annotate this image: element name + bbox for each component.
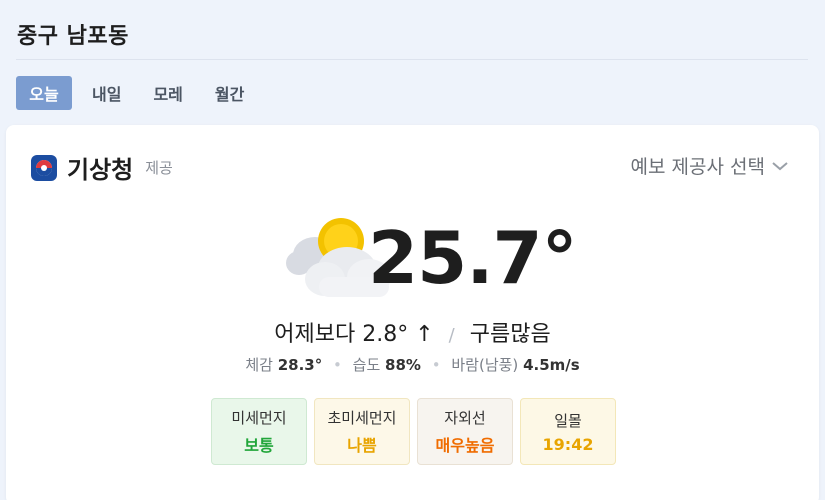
wind-value: 4.5m/s — [523, 356, 580, 374]
provider-name: 기상청 — [67, 156, 134, 184]
tab-day-after[interactable]: 모레 — [141, 76, 194, 110]
air-quality-badges: 미세먼지 보통 초미세먼지 나쁨 자외선 매우높음 일몰 19:42 — [211, 398, 616, 465]
feels-like-value: 28.3° — [277, 356, 323, 374]
badge-fine-dust[interactable]: 미세먼지 보통 — [211, 398, 307, 465]
header-divider — [16, 59, 808, 60]
weather-details: 체감 28.3° • 습도 88% • 바람(남풍) 4.5m/s — [6, 354, 819, 375]
chevron-down-icon — [771, 155, 789, 177]
wind-label: 바람(남풍) — [451, 356, 519, 374]
compare-label: 어제보다 — [274, 322, 356, 347]
select-provider-button[interactable]: 예보 제공사 선택 — [631, 152, 789, 179]
badge-label: 초미세먼지 — [327, 409, 397, 427]
badge-sunset[interactable]: 일몰 19:42 — [520, 398, 616, 465]
humidity-label: 습도 — [352, 356, 381, 374]
compare-value: 2.8° ↑ — [362, 322, 434, 347]
feels-like-label: 체감 — [245, 356, 273, 374]
detail-dot: • — [431, 356, 441, 374]
badge-value: 보통 — [244, 436, 274, 455]
badge-label: 미세먼지 — [231, 409, 287, 427]
location-title: 중구 남포동 — [17, 24, 129, 49]
badge-value: 19:42 — [542, 434, 594, 454]
tab-monthly[interactable]: 월간 — [203, 76, 256, 110]
badge-value: 나쁨 — [347, 436, 377, 455]
humidity-value: 88% — [385, 356, 421, 374]
detail-dot: • — [333, 356, 342, 374]
kma-logo-icon — [31, 154, 57, 181]
badge-ultrafine-dust[interactable]: 초미세먼지 나쁨 — [314, 398, 410, 465]
badge-label: 일몰 — [554, 411, 582, 430]
provider-info: 기상청 제공 — [31, 150, 173, 185]
day-tabs: 오늘 내일 모레 월간 — [16, 76, 264, 110]
tab-today[interactable]: 오늘 — [16, 76, 72, 110]
badge-label: 자외선 — [444, 409, 486, 427]
current-temperature: 25.7° — [368, 216, 578, 300]
provider-tag: 제공 — [145, 159, 173, 177]
tab-tomorrow[interactable]: 내일 — [80, 76, 133, 110]
weather-summary: 어제보다 2.8° ↑ / 구름많음 — [6, 316, 819, 348]
select-provider-label: 예보 제공사 선택 — [630, 156, 765, 178]
condition-text: 구름많음 — [469, 322, 551, 347]
weather-card: 기상청 제공 예보 제공사 선택 25.7° 어제보다 2.8° ↑ / 구름많… — [6, 125, 819, 500]
badge-value: 매우높음 — [435, 436, 495, 455]
top-bar: 중구 남포동 오늘 내일 모레 월간 — [0, 0, 825, 120]
summary-separator: / — [448, 325, 455, 346]
badge-uv-index[interactable]: 자외선 매우높음 — [417, 398, 513, 465]
